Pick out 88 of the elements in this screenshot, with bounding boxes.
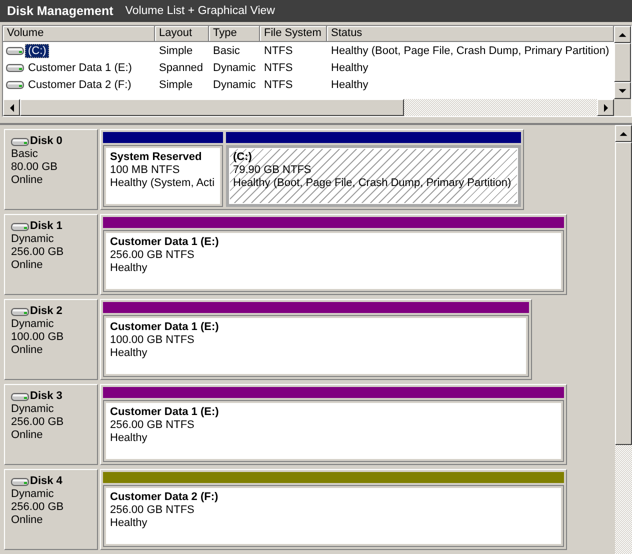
disk-type: Dynamic [11, 403, 55, 416]
disk-type: Dynamic [11, 233, 55, 246]
disk-drive-icon [11, 307, 29, 316]
disk-drive-icon [11, 137, 29, 146]
disk-size: 100.00 GB [11, 331, 65, 344]
view-label: Volume List + Graphical View [125, 5, 275, 17]
scroll-down-button[interactable] [614, 82, 631, 99]
disk-label-panel[interactable]: Disk 4 Dynamic 256.00 GB Online [4, 469, 98, 550]
partition-size: 256.00 GB NTFS [110, 249, 196, 262]
partition-size: 256.00 GB NTFS [110, 419, 196, 432]
scroll-up-button[interactable] [614, 26, 631, 43]
disk-status: Online [11, 429, 44, 442]
disk-drive-icon [6, 63, 24, 72]
disk-name: Disk 4 [30, 475, 62, 488]
disk-label-panel[interactable]: Disk 0 Basic 80.00 GB Online [4, 129, 98, 210]
table-cell-text: Healthy [330, 78, 370, 90]
disk-drive-icon [11, 392, 29, 401]
column-header[interactable]: Volume [3, 26, 155, 42]
disk-size: 256.00 GB [11, 501, 65, 514]
partition-block[interactable]: Customer Data 1 (E:) 256.00 GB NTFS Healthy [103, 400, 564, 462]
table-cell-text: Basic [212, 44, 241, 56]
disk-status: Online [11, 344, 44, 357]
disk-size: 256.00 GB [11, 416, 65, 429]
disk-type: Basic [11, 148, 39, 161]
table-cell-text: Spanned [158, 62, 204, 74]
partition-size: 256.00 GB NTFS [110, 504, 196, 517]
disk-drive-icon [11, 477, 29, 486]
scroll-right-button[interactable] [597, 99, 614, 116]
disk-name: Disk 3 [30, 390, 62, 403]
scrollbar-corner [614, 99, 631, 116]
table-cell-text: Healthy (Boot, Page File, Crash Dump, Primary Partition) [330, 44, 610, 56]
disk-drive-icon [6, 46, 24, 55]
table-cell-text: Simple [158, 78, 194, 90]
disk-label-panel[interactable]: Disk 1 Dynamic 256.00 GB Online [4, 214, 98, 295]
table-cell-text: Simple [158, 44, 194, 56]
table-cell-text: NTFS [263, 44, 294, 56]
partition-block[interactable]: System Reserved 100 MB NTFS Healthy (System, Acti [103, 145, 223, 207]
partition-block[interactable]: (C:) 79.90 GB NTFS Healthy (Boot, Page File, Crash Dump, Primary Partition) [226, 145, 521, 207]
disk-name: Disk 0 [30, 135, 62, 148]
disk-type: Dynamic [11, 488, 55, 501]
column-header[interactable]: File System [260, 26, 327, 42]
scroll-left-button[interactable] [3, 99, 20, 116]
table-cell-text: Dynamic [212, 62, 257, 74]
disk-label-panel[interactable]: Disk 3 Dynamic 256.00 GB Online [4, 384, 98, 465]
column-header[interactable]: Layout [155, 26, 209, 42]
scrollbar-thumb[interactable] [615, 142, 632, 445]
disk-size: 80.00 GB [11, 161, 58, 174]
partition-status: Healthy (Boot, Page File, Crash Dump, Primary Partition) [233, 177, 512, 190]
partition-status: Healthy [110, 262, 148, 275]
disk-name: Disk 1 [30, 220, 62, 233]
column-header[interactable]: Type [209, 26, 260, 42]
partition-name: (C:) [233, 151, 253, 164]
partition-status: Healthy [110, 347, 148, 360]
drive-label[interactable]: (C:) [25, 44, 50, 58]
disk-drive-icon [11, 222, 29, 231]
disk-drive-icon [6, 80, 24, 89]
partition-block[interactable]: Customer Data 1 (E:) 256.00 GB NTFS Healthy [103, 230, 564, 292]
drive-label[interactable]: Customer Data 2 (F:) [25, 78, 134, 92]
disk-status: Online [11, 174, 44, 187]
partition-name: Customer Data 2 (F:) [110, 491, 220, 504]
disk-status: Online [11, 259, 44, 272]
partition-status: Healthy [110, 517, 148, 530]
partition-size: 100.00 GB NTFS [110, 334, 196, 347]
partition-name: Customer Data 1 (E:) [110, 406, 220, 419]
column-header[interactable]: Status [327, 26, 614, 42]
disk-label-panel[interactable]: Disk 2 Dynamic 100.00 GB Online [4, 299, 98, 380]
partition-block[interactable]: Customer Data 2 (F:) 256.00 GB NTFS Healthy [103, 485, 564, 547]
partition-name: Customer Data 1 (E:) [110, 236, 220, 249]
partition-name: System Reserved [110, 151, 203, 164]
table-cell-text: NTFS [263, 62, 294, 74]
table-cell-text: Dynamic [212, 78, 257, 90]
scrollbar-thumb[interactable] [20, 99, 404, 116]
partition-block[interactable]: Customer Data 1 (E:) 100.00 GB NTFS Healthy [103, 315, 529, 377]
partition-status: Healthy [110, 432, 148, 445]
partition-size: 79.90 GB NTFS [233, 164, 312, 177]
table-cell-text: Healthy [330, 62, 370, 74]
partition-size: 100 MB NTFS [110, 164, 181, 177]
scroll-up-button[interactable] [615, 125, 632, 142]
scrollbar-thumb[interactable] [614, 43, 631, 82]
table-cell-text: NTFS [263, 78, 294, 90]
disk-name: Disk 2 [30, 305, 62, 318]
disk-status: Online [11, 514, 44, 527]
drive-label[interactable]: Customer Data 1 (E:) [25, 60, 135, 74]
partition-status: Healthy (System, Acti [110, 177, 216, 190]
partition-name: Customer Data 1 (E:) [110, 321, 220, 334]
window-title: Disk Management [7, 4, 114, 18]
disk-type: Dynamic [11, 318, 55, 331]
disk-size: 256.00 GB [11, 246, 65, 259]
